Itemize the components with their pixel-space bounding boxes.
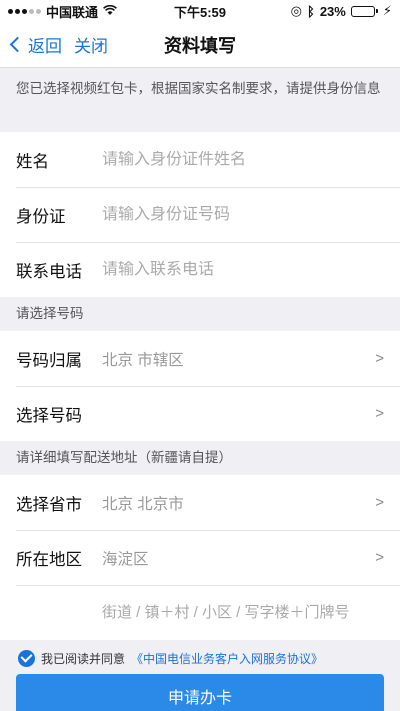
- id-number-input[interactable]: [102, 205, 384, 224]
- agree-checkbox[interactable]: [18, 649, 35, 667]
- battery-percent: 23%: [319, 3, 346, 19]
- close-button[interactable]: 关闭: [74, 32, 108, 57]
- agreement-link[interactable]: 《中国电信业务客户入网服务协议》: [131, 650, 323, 667]
- province-label: 选择省市: [16, 495, 82, 514]
- name-row: 姓名: [0, 132, 400, 187]
- id-label: 身份证: [16, 207, 66, 226]
- back-button[interactable]: 返回: [9, 32, 62, 57]
- name-input[interactable]: [102, 150, 384, 169]
- address-section-header: 请详细填写配送地址（新疆请自提）: [0, 441, 400, 475]
- chevron-left-icon: [9, 36, 26, 53]
- agreement-row: 我已阅读并同意 《中国电信业务客户入网服务协议》: [0, 640, 400, 676]
- number-section-header: 请选择号码: [0, 297, 400, 331]
- phone-input[interactable]: [102, 260, 384, 279]
- apply-card-button[interactable]: 申请办卡: [16, 674, 384, 711]
- chevron-right-icon: >: [375, 549, 384, 566]
- nav-bar: 返回 关闭 资料填写: [0, 22, 400, 68]
- number-location-value: 北京 市辖区: [102, 351, 184, 369]
- number-group: 号码归属 北京 市辖区 > 选择号码 >: [0, 331, 400, 441]
- select-number-row[interactable]: 选择号码 >: [0, 386, 400, 441]
- chevron-right-icon: >: [375, 405, 384, 422]
- bluetooth-icon: ᛒ: [307, 3, 315, 19]
- district-label: 所在地区: [16, 550, 82, 569]
- back-label: 返回: [28, 37, 62, 56]
- select-number-label: 选择号码: [16, 406, 82, 425]
- carrier-label: 中国联通: [46, 4, 99, 20]
- charging-icon: ⚡: [382, 3, 392, 18]
- province-row[interactable]: 选择省市 北京 北京市 >: [0, 475, 400, 530]
- status-bar: 中国联通 下午5:59 ◎ ᛒ 23% ⚡: [0, 0, 400, 22]
- chevron-right-icon: >: [375, 350, 384, 367]
- name-label: 姓名: [16, 152, 49, 171]
- phone-label: 联系电话: [16, 262, 82, 281]
- agreement-text: 我已阅读并同意: [41, 651, 126, 666]
- address-group: 选择省市 北京 北京市 > 所在地区 海淀区 >: [0, 475, 400, 640]
- identity-group: 姓名 身份证 联系电话: [0, 132, 400, 297]
- number-location-row[interactable]: 号码归属 北京 市辖区 >: [0, 331, 400, 386]
- street-row: [0, 585, 400, 640]
- orientation-lock-icon: ◎: [290, 3, 303, 18]
- district-value: 海淀区: [102, 550, 149, 568]
- signal-icon: [8, 8, 41, 14]
- wifi-icon: [103, 4, 117, 19]
- district-row[interactable]: 所在地区 海淀区 >: [0, 530, 400, 585]
- realname-notice: 您已选择视频红包卡，根据国家实名制要求，请提供身份信息: [0, 68, 400, 132]
- battery-icon: [350, 5, 378, 17]
- chevron-right-icon: >: [375, 494, 384, 511]
- phone-row: 联系电话: [0, 242, 400, 297]
- province-value: 北京 北京市: [102, 495, 184, 513]
- id-row: 身份证: [0, 187, 400, 242]
- number-location-label: 号码归属: [16, 351, 82, 370]
- street-address-input[interactable]: [102, 604, 384, 621]
